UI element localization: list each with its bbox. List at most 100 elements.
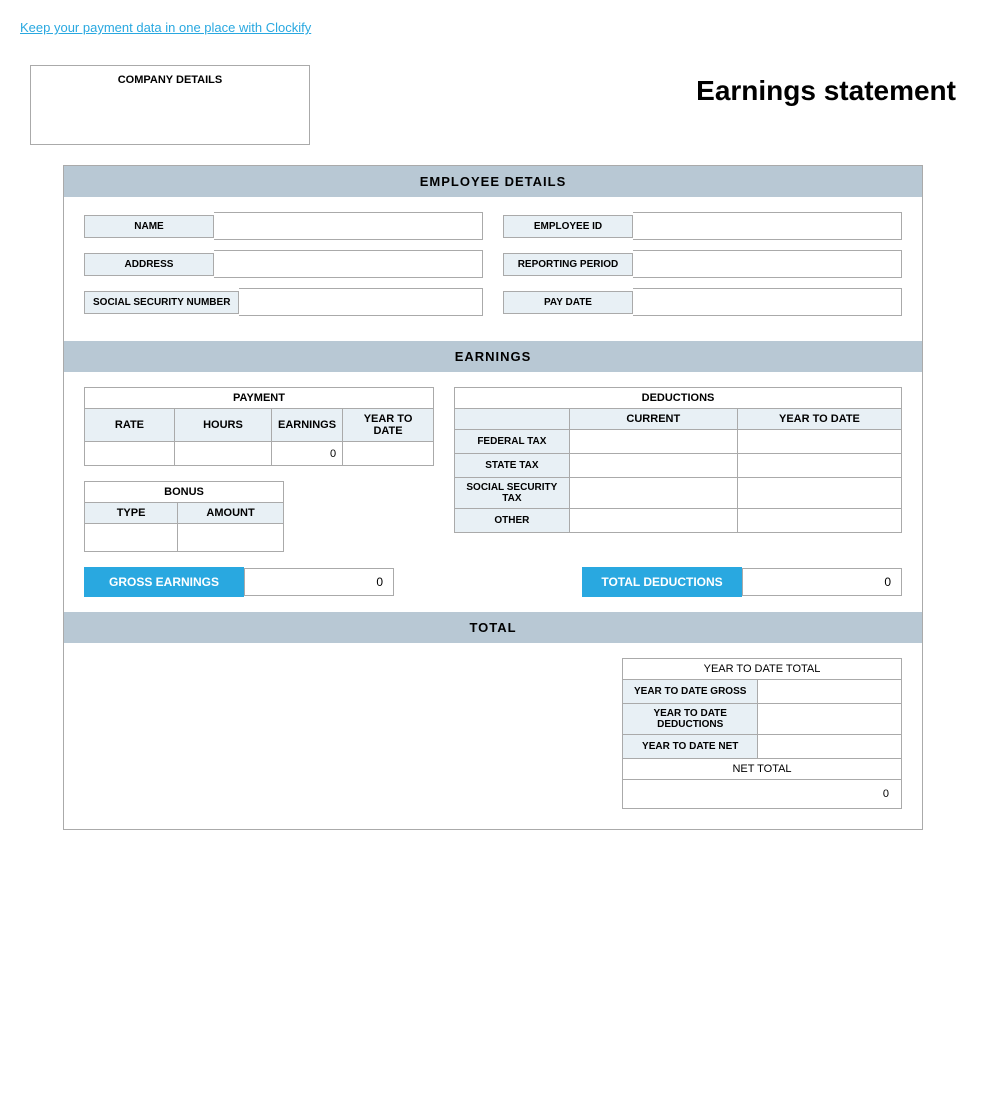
name-field-group: NAME xyxy=(84,212,483,240)
federal-tax-row: FEDERAL TAX xyxy=(455,430,902,454)
ytd-deductions-input[interactable] xyxy=(764,712,895,727)
employee-row-2: ADDRESS REPORTING PERIOD xyxy=(84,250,902,278)
company-details-box: COMPANY DETAILS xyxy=(30,65,310,145)
earnings-col-header: EARNINGS xyxy=(272,409,343,442)
net-total-label-row: NET TOTAL xyxy=(623,759,902,780)
employee-id-input[interactable] xyxy=(633,212,902,240)
ytd-title: YEAR TO DATE TOTAL xyxy=(623,659,902,680)
deduction-label-header xyxy=(455,409,570,430)
other-current-input[interactable] xyxy=(576,513,731,528)
ytd-gross-input[interactable] xyxy=(764,684,895,699)
total-section: YEAR TO DATE TOTAL YEAR TO DATE GROSS YE… xyxy=(64,643,922,829)
gross-earnings-group: GROSS EARNINGS 0 xyxy=(84,567,394,597)
totals-row: GROSS EARNINGS 0 TOTAL DEDUCTIONS 0 xyxy=(84,567,902,597)
net-total-value: 0 xyxy=(623,780,902,809)
ssn-field-group: SOCIAL SECURITY NUMBER xyxy=(84,288,483,316)
bonus-type-input[interactable] xyxy=(91,530,171,545)
deductions-title: DEDUCTIONS xyxy=(455,388,902,409)
bonus-table: BONUS TYPE AMOUNT xyxy=(84,481,284,552)
deduction-ytd-header: YEAR TO DATE xyxy=(737,409,901,430)
hours-col-header: HOURS xyxy=(174,409,271,442)
net-total-value-row: 0 xyxy=(623,780,902,809)
social-security-row: SOCIAL SECURITY TAX xyxy=(455,478,902,509)
address-input[interactable] xyxy=(214,250,483,278)
ytd-col-header: YEAR TO DATE xyxy=(343,409,434,442)
document-title: Earnings statement xyxy=(696,75,956,107)
bonus-row xyxy=(85,524,284,552)
ytd-deductions-value xyxy=(758,704,902,735)
ytd-table: YEAR TO DATE TOTAL YEAR TO DATE GROSS YE… xyxy=(622,658,902,809)
company-details-label: COMPANY DETAILS xyxy=(39,74,301,86)
ytd-net-value xyxy=(758,735,902,759)
ytd-input[interactable] xyxy=(349,446,427,461)
total-deductions-group: TOTAL DEDUCTIONS 0 xyxy=(582,567,902,597)
bonus-section: BONUS TYPE AMOUNT xyxy=(84,481,434,552)
social-security-current-input[interactable] xyxy=(576,486,731,501)
ytd-gross-row: YEAR TO DATE GROSS xyxy=(623,680,902,704)
other-ytd-input[interactable] xyxy=(744,513,895,528)
bonus-amount-header: AMOUNT xyxy=(178,503,284,524)
federal-tax-current-input[interactable] xyxy=(576,434,731,449)
total-deductions-value: 0 xyxy=(742,568,902,596)
pay-date-label: PAY DATE xyxy=(503,291,633,314)
payment-table: PAYMENT RATE HOURS EARNINGS YEAR TO DATE xyxy=(84,387,434,466)
state-tax-ytd-input[interactable] xyxy=(744,458,895,473)
state-tax-label: STATE TAX xyxy=(455,454,570,478)
federal-tax-ytd-input[interactable] xyxy=(744,434,895,449)
earnings-inner: PAYMENT RATE HOURS EARNINGS YEAR TO DATE xyxy=(84,387,902,552)
employee-details-header: EMPLOYEE DETAILS xyxy=(64,166,922,197)
bonus-title: BONUS xyxy=(85,482,284,503)
ytd-gross-label: YEAR TO DATE GROSS xyxy=(623,680,758,704)
address-field-group: ADDRESS xyxy=(84,250,483,278)
earnings-value: 0 xyxy=(272,442,343,466)
net-total-number: 0 xyxy=(629,784,895,804)
bonus-amount-input[interactable] xyxy=(184,530,277,545)
rate-col-header: RATE xyxy=(85,409,175,442)
deduction-current-header: CURRENT xyxy=(569,409,737,430)
reporting-period-input[interactable] xyxy=(633,250,902,278)
reporting-period-field-group: REPORTING PERIOD xyxy=(503,250,902,278)
main-container: EMPLOYEE DETAILS NAME EMPLOYEE ID ADDRES… xyxy=(63,165,923,830)
page-header: COMPANY DETAILS Earnings statement xyxy=(20,65,966,145)
ytd-title-row: YEAR TO DATE TOTAL xyxy=(623,659,902,680)
total-section-header: TOTAL xyxy=(64,612,922,643)
name-input[interactable] xyxy=(214,212,483,240)
earnings-section: PAYMENT RATE HOURS EARNINGS YEAR TO DATE xyxy=(64,372,922,612)
employee-details-section: NAME EMPLOYEE ID ADDRESS REPORTING PERIO… xyxy=(64,197,922,341)
bonus-type-header: TYPE xyxy=(85,503,178,524)
reporting-period-label: REPORTING PERIOD xyxy=(503,253,633,276)
gross-earnings-value: 0 xyxy=(244,568,394,596)
total-deductions-label: TOTAL DEDUCTIONS xyxy=(582,567,742,597)
state-tax-row: STATE TAX xyxy=(455,454,902,478)
payment-row: 0 xyxy=(85,442,434,466)
rate-input[interactable] xyxy=(91,446,168,461)
ytd-container: YEAR TO DATE TOTAL YEAR TO DATE GROSS YE… xyxy=(84,658,902,809)
hours-input[interactable] xyxy=(181,446,265,461)
state-tax-current-input[interactable] xyxy=(576,458,731,473)
pay-date-input[interactable] xyxy=(633,288,902,316)
net-total-label: NET TOTAL xyxy=(623,759,902,780)
deductions-table-container: DEDUCTIONS CURRENT YEAR TO DATE FEDERAL … xyxy=(454,387,902,552)
ytd-deductions-row: YEAR TO DATE DEDUCTIONS xyxy=(623,704,902,735)
ytd-net-label: YEAR TO DATE NET xyxy=(623,735,758,759)
ssn-label: SOCIAL SECURITY NUMBER xyxy=(84,291,239,314)
payment-title: PAYMENT xyxy=(85,388,434,409)
social-security-ytd-input[interactable] xyxy=(744,486,895,501)
pay-date-field-group: PAY DATE xyxy=(503,288,902,316)
social-security-label: SOCIAL SECURITY TAX xyxy=(455,478,570,509)
federal-tax-label: FEDERAL TAX xyxy=(455,430,570,454)
ytd-deductions-label: YEAR TO DATE DEDUCTIONS xyxy=(623,704,758,735)
employee-id-label: EMPLOYEE ID xyxy=(503,215,633,238)
ytd-net-input[interactable] xyxy=(764,739,895,754)
ytd-net-row: YEAR TO DATE NET xyxy=(623,735,902,759)
other-row: OTHER xyxy=(455,509,902,533)
employee-row-3: SOCIAL SECURITY NUMBER PAY DATE xyxy=(84,288,902,316)
clockify-link[interactable]: Keep your payment data in one place with… xyxy=(20,20,311,35)
payment-table-container: PAYMENT RATE HOURS EARNINGS YEAR TO DATE xyxy=(84,387,434,552)
address-label: ADDRESS xyxy=(84,253,214,276)
earnings-header: EARNINGS xyxy=(64,341,922,372)
ytd-table-wrapper: YEAR TO DATE TOTAL YEAR TO DATE GROSS YE… xyxy=(622,658,902,809)
employee-row-1: NAME EMPLOYEE ID xyxy=(84,212,902,240)
ssn-input[interactable] xyxy=(239,288,483,316)
ytd-gross-value xyxy=(758,680,902,704)
